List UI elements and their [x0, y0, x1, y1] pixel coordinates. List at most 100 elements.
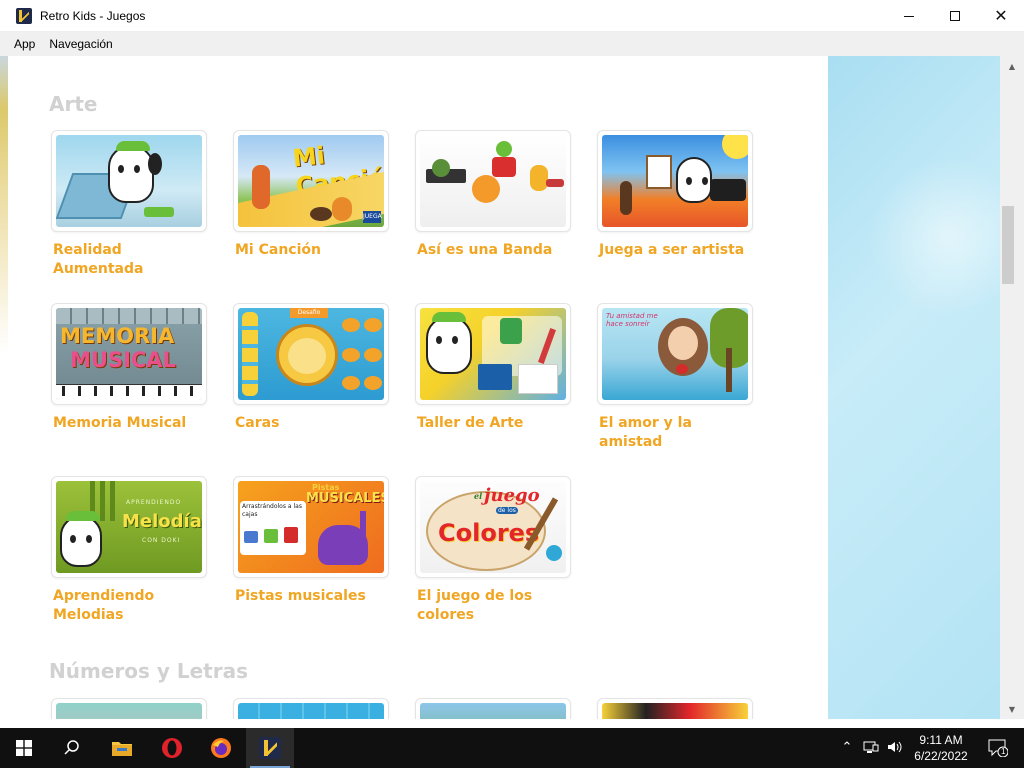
- game-thumbnail[interactable]: [415, 130, 571, 232]
- folder-icon: [112, 742, 132, 756]
- memoria-musical-thumbnail: MEMORIA MUSICAL: [56, 308, 202, 400]
- game-card-pistas-musicales[interactable]: Pistas MUSICALES Arrastrándolos a las ca…: [233, 476, 391, 606]
- games-panel: Arte Realidad Aumentada Mi Canción: [30, 56, 828, 719]
- search-icon: [64, 740, 79, 755]
- game-card-amor-amistad[interactable]: Tu amistad me hace sonreír El amor y la …: [597, 303, 755, 452]
- retro-kids-taskbar-button[interactable]: [246, 728, 294, 768]
- game-label[interactable]: Aprendiendo Melodias: [53, 587, 203, 625]
- game-thumbnail[interactable]: [415, 698, 571, 719]
- close-icon: ✕: [994, 6, 1008, 25]
- pistas-musicales-thumbnail: Pistas MUSICALES Arrastrándolos a las ca…: [238, 481, 384, 573]
- notification-count: 1: [1001, 747, 1006, 756]
- game-card-artista[interactable]: Juega a ser artista: [597, 130, 755, 260]
- game-card-numeros-2[interactable]: [233, 698, 391, 719]
- realidad-aumentada-thumbnail: [56, 135, 202, 227]
- minimize-button[interactable]: [886, 0, 932, 32]
- window-title: Retro Kids - Juegos: [40, 8, 146, 23]
- file-explorer-button[interactable]: [98, 728, 146, 768]
- colores-thumbnail: el juego de los Colores: [420, 481, 566, 573]
- game-label[interactable]: Caras: [235, 414, 385, 433]
- game-thumbnail[interactable]: Pistas MUSICALES Arrastrándolos a las ca…: [233, 476, 389, 578]
- retro-kids-icon: [259, 737, 281, 759]
- menu-navegacion[interactable]: Navegación: [43, 37, 118, 51]
- numeros-thumbnail-1: [56, 703, 202, 719]
- menu-bar: App Navegación: [0, 32, 1024, 56]
- clock-date: 6/22/2022: [914, 749, 968, 763]
- volume-icon[interactable]: [886, 740, 904, 756]
- game-thumbnail[interactable]: Tu amistad me hace sonreír: [597, 303, 753, 405]
- close-button[interactable]: ✕: [978, 0, 1024, 32]
- amor-amistad-thumbnail: Tu amistad me hace sonreír: [602, 308, 748, 400]
- game-card-colores[interactable]: el juego de los Colores El juego de los …: [415, 476, 573, 625]
- left-decoration: [0, 56, 30, 719]
- taskbar: ⌃ 9:11 AM 6/22/2022 1: [0, 728, 1024, 768]
- numeros-thumbnail-4: [602, 703, 748, 719]
- game-card-melodias[interactable]: APRENDIENDO Melodías CON DOKI Aprendiend…: [51, 476, 209, 625]
- game-thumbnail[interactable]: [51, 130, 207, 232]
- minimize-icon: [904, 15, 914, 17]
- opera-button[interactable]: [148, 728, 196, 768]
- game-thumbnail[interactable]: [597, 130, 753, 232]
- game-card-banda[interactable]: Así es una Banda: [415, 130, 573, 260]
- opera-icon: [162, 738, 182, 758]
- game-thumbnail[interactable]: [51, 698, 207, 719]
- doki-character: [676, 157, 712, 203]
- caras-thumbnail: Desafio: [238, 308, 384, 400]
- game-thumbnail[interactable]: [233, 698, 389, 719]
- game-card-numeros-4[interactable]: [597, 698, 755, 719]
- game-card-mi-cancion[interactable]: Mi Canción JUEGA Mi Canción: [233, 130, 391, 260]
- firefox-button[interactable]: [197, 728, 245, 768]
- game-thumbnail[interactable]: el juego de los Colores: [415, 476, 571, 578]
- game-label[interactable]: Pistas musicales: [235, 587, 385, 606]
- game-card-memoria-musical[interactable]: MEMORIA MUSICAL Memoria Musical: [51, 303, 209, 433]
- vertical-scrollbar[interactable]: ▲ ▼: [1000, 56, 1024, 719]
- maximize-button[interactable]: [932, 0, 978, 32]
- game-label[interactable]: Memoria Musical: [53, 414, 203, 433]
- doki-character: [426, 316, 472, 374]
- game-label[interactable]: El juego de los colores: [417, 587, 567, 625]
- doki-character: [60, 515, 102, 567]
- game-thumbnail[interactable]: [597, 698, 753, 719]
- maximize-icon: [950, 11, 960, 21]
- game-card-realidad-aumentada[interactable]: Realidad Aumentada: [51, 130, 209, 279]
- game-thumbnail[interactable]: Desafio: [233, 303, 389, 405]
- section-title-numeros-letras: Números y Letras: [49, 659, 248, 683]
- banda-thumbnail: [420, 135, 566, 227]
- game-thumbnail[interactable]: APRENDIENDO Melodías CON DOKI: [51, 476, 207, 578]
- scroll-thumb[interactable]: [1002, 206, 1014, 284]
- system-clock[interactable]: 9:11 AM 6/22/2022: [906, 732, 976, 764]
- game-label[interactable]: Así es una Banda: [417, 241, 567, 260]
- retro-kids-app-icon: [16, 7, 32, 24]
- scroll-up-icon[interactable]: ▲: [1000, 58, 1024, 74]
- game-thumbnail[interactable]: [415, 303, 571, 405]
- menu-app[interactable]: App: [8, 37, 41, 51]
- doki-character: [108, 145, 154, 203]
- numeros-thumbnail-3: [420, 703, 566, 719]
- game-label[interactable]: Juega a ser artista: [599, 241, 749, 260]
- game-thumbnail[interactable]: MEMORIA MUSICAL: [51, 303, 207, 405]
- game-label[interactable]: Taller de Arte: [417, 414, 567, 433]
- clock-time: 9:11 AM: [919, 733, 963, 747]
- melodias-thumbnail: APRENDIENDO Melodías CON DOKI: [56, 481, 202, 573]
- windows-logo-icon: [16, 740, 32, 756]
- show-hidden-icons-icon[interactable]: ⌃: [838, 740, 856, 756]
- search-button[interactable]: [48, 728, 96, 768]
- game-card-numeros-3[interactable]: [415, 698, 573, 719]
- game-card-taller-arte[interactable]: Taller de Arte: [415, 303, 573, 433]
- start-button[interactable]: [0, 728, 48, 768]
- notification-button[interactable]: 1: [978, 728, 1018, 768]
- scroll-down-icon[interactable]: ▼: [1000, 701, 1024, 717]
- right-background: [828, 56, 1000, 719]
- game-thumbnail[interactable]: Mi Canción JUEGA: [233, 130, 389, 232]
- game-label[interactable]: Realidad Aumentada: [53, 241, 203, 279]
- game-label[interactable]: El amor y la amistad: [599, 414, 749, 452]
- game-label[interactable]: Mi Canción: [235, 241, 385, 260]
- title-bar: Retro Kids - Juegos ✕: [0, 0, 1024, 32]
- game-card-caras[interactable]: Desafio Caras: [233, 303, 391, 433]
- firefox-icon: [211, 738, 231, 758]
- network-icon[interactable]: [862, 740, 880, 756]
- games-content: Arte Realidad Aumentada Mi Canción: [0, 56, 1000, 719]
- mi-cancion-thumbnail: Mi Canción JUEGA: [238, 135, 384, 227]
- window-controls: ✕: [886, 0, 1024, 32]
- game-card-numeros-1[interactable]: [51, 698, 209, 719]
